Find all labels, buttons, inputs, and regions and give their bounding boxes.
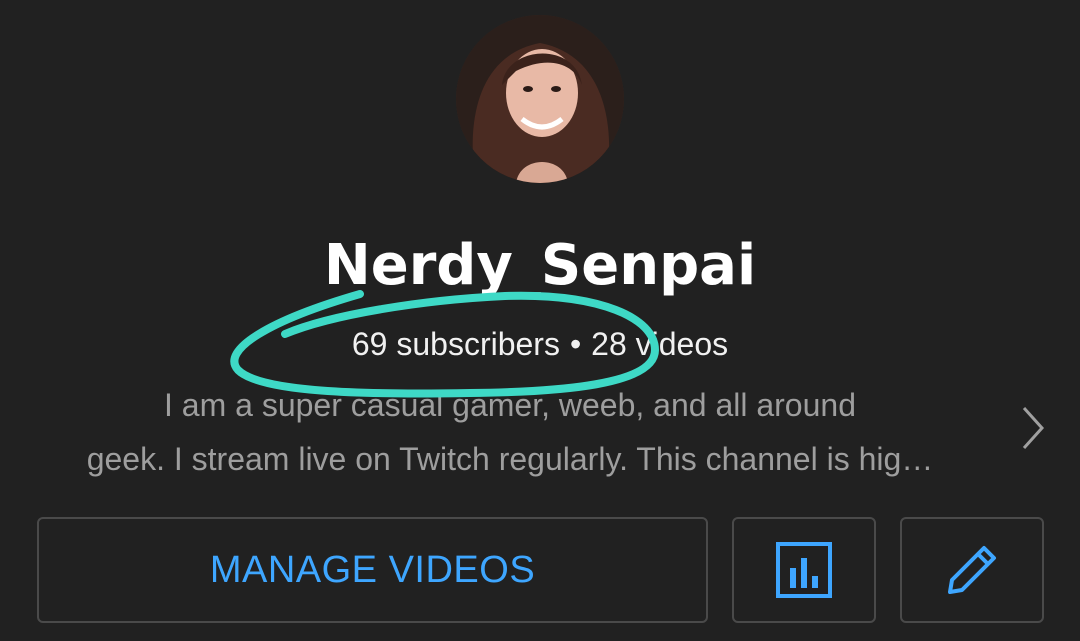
manage-videos-button[interactable]: MANAGE VIDEOS [37, 517, 708, 623]
manage-videos-label: MANAGE VIDEOS [209, 548, 536, 591]
edit-channel-button[interactable] [900, 517, 1044, 623]
channel-stats: 69 subscribers • 28 videos [0, 322, 1080, 366]
description-line: I am a super casual gamer, weeb, and all… [164, 387, 856, 423]
avatar-image [456, 15, 624, 183]
video-count: 28 videos [591, 326, 729, 362]
subscriber-count: 69 subscribers [351, 326, 560, 362]
channel-avatar[interactable] [456, 15, 624, 183]
channel-header: Nerdy_Senpai 69 subscribers • 28 videos I … [0, 0, 1080, 641]
analytics-icon [776, 542, 832, 598]
channel-name: Nerdy_Senpai [323, 233, 757, 298]
stats-separator: • [569, 326, 582, 362]
chevron-right-icon[interactable] [1018, 404, 1048, 452]
pencil-icon [948, 546, 996, 594]
channel-description[interactable]: I am a super casual gamer, weeb, and all… [20, 378, 1000, 486]
description-line: geek. I stream live on Twitch regularly.… [86, 441, 934, 477]
analytics-button[interactable] [732, 517, 876, 623]
